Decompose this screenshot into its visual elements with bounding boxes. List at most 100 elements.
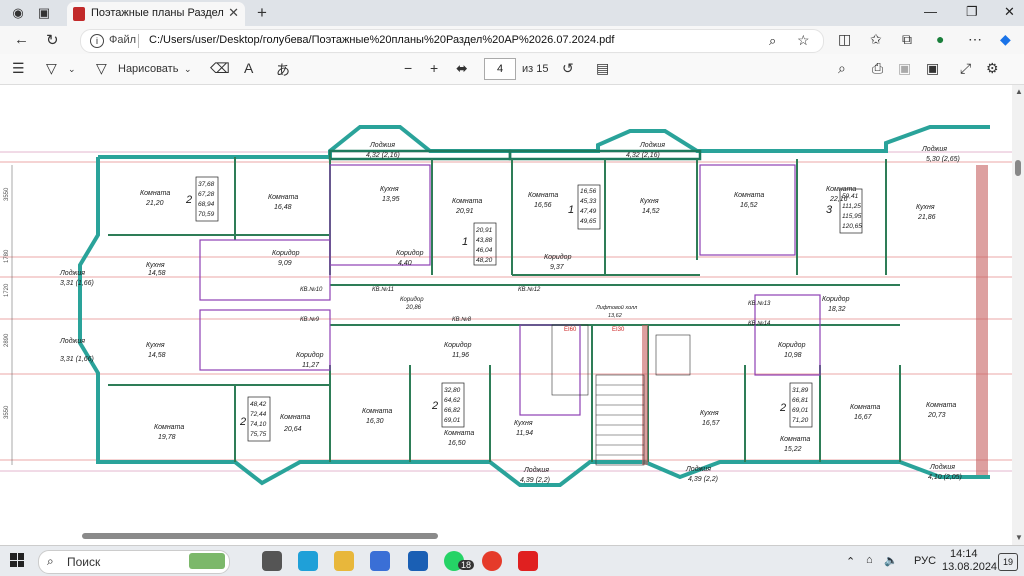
zoom-out-button[interactable]: − — [404, 60, 412, 76]
minimize-icon[interactable]: — — [924, 4, 937, 19]
address-bar: ← ↻ i Файл C:/Users/user/Desktop/голубев… — [0, 26, 1024, 54]
plan-label: Кухня — [916, 204, 935, 211]
fullscreen-icon[interactable]: ⤢ — [960, 60, 971, 77]
plan-label: КВ.№14 — [748, 320, 771, 327]
plan-label: Комната — [444, 430, 474, 437]
save-as-icon[interactable]: ▣ — [926, 60, 939, 77]
print-icon[interactable]: ⎙ — [872, 60, 883, 77]
tab-active[interactable]: Поэтажные планы Раздел АР 26 ✕ — [67, 2, 245, 26]
rotate-icon[interactable]: ↺ — [562, 60, 574, 77]
translate-icon[interactable]: あ — [276, 60, 290, 80]
copilot-icon[interactable]: ◆ — [1000, 31, 1011, 48]
plan-label: Коридор — [396, 249, 424, 257]
plan-label: 1780 — [4, 249, 10, 263]
more-icon[interactable]: ⋯ — [968, 31, 982, 48]
plan-label: 66,81 — [792, 397, 809, 404]
notifications-badge[interactable]: 19 — [998, 553, 1018, 571]
contents-icon[interactable]: ☰ — [12, 60, 25, 77]
taskbar-search[interactable]: ⌕ Поиск — [38, 550, 230, 574]
volume-icon[interactable]: 🔈 — [884, 554, 898, 567]
workspaces-icon[interactable]: ▣ — [34, 3, 54, 23]
vertical-scroll-thumb[interactable] — [1015, 160, 1021, 176]
store-icon[interactable] — [370, 551, 390, 571]
task-view-icon[interactable] — [262, 551, 282, 571]
maximize-icon[interactable]: ❐ — [966, 4, 978, 20]
info-icon[interactable]: i — [90, 34, 104, 48]
read-aloud-icon[interactable]: A — [244, 60, 253, 76]
plan-label: 115,95 — [842, 213, 862, 220]
plan-label: Лоджия — [685, 465, 711, 473]
plan-label: КВ.№11 — [372, 286, 394, 293]
profile-icon[interactable]: ◉ — [8, 3, 28, 23]
save-icon[interactable]: ▣ — [898, 60, 911, 77]
plan-label: 75,75 — [250, 431, 267, 438]
close-window-icon[interactable]: ✕ — [1004, 4, 1015, 20]
plan-label: 16,57 — [702, 420, 721, 427]
yandex-browser-icon[interactable] — [482, 551, 502, 571]
search-icon[interactable]: ⌕ — [838, 60, 846, 77]
yandex-icon[interactable] — [518, 551, 538, 571]
page-view-icon[interactable]: ▤ — [596, 60, 609, 77]
plan-label: 69,01 — [444, 417, 461, 424]
plan-label: Кухня — [514, 420, 533, 427]
plan-label: Коридор — [444, 341, 472, 349]
url-scheme-label: Файл — [109, 34, 137, 46]
plan-label: 2 — [239, 416, 246, 428]
plan-label: Комната — [154, 424, 184, 431]
plan-label: 20,64 — [283, 426, 302, 433]
plan-label: 1 — [568, 204, 574, 216]
plan-label: 16,50 — [448, 440, 466, 447]
pdf-page-view[interactable]: Комната 21,20 2 37,68 67,28 68,94 70,59 … — [0, 85, 1012, 545]
zoom-in-button[interactable]: + — [430, 60, 438, 76]
fit-page-icon[interactable]: ⬌ — [456, 60, 468, 77]
start-windows-icon[interactable] — [10, 553, 24, 567]
vertical-scrollbar[interactable]: ▲ ▼ — [1012, 85, 1024, 545]
new-tab-button[interactable]: + — [252, 3, 272, 23]
edge-browser-icon[interactable] — [298, 551, 318, 571]
url-text[interactable]: C:/Users/user/Desktop/голубева/Поэтажные… — [149, 34, 614, 46]
scroll-down-icon[interactable]: ▼ — [1015, 533, 1023, 542]
clock-date[interactable]: 13.08.2024 — [942, 561, 997, 573]
collections-icon[interactable]: ⧉ — [902, 31, 912, 48]
plan-label: 46,04 — [476, 247, 493, 254]
plan-label: 15,22 — [784, 446, 802, 453]
horizontal-scroll-thumb[interactable] — [82, 533, 438, 539]
pdf-toolbar: ☰ ▽ ⌄ ▽ Нарисовать ⌄ ⌫ A あ − + ⬌ 4 из 15… — [0, 54, 1024, 85]
back-icon[interactable]: ← — [14, 31, 29, 48]
favorite-star-icon[interactable]: ☆ — [797, 32, 810, 49]
plan-label: 9,37 — [550, 264, 565, 271]
highlight-icon[interactable]: ▽ — [46, 60, 57, 77]
eraser-icon[interactable]: ⌫ — [210, 60, 230, 77]
clock-time[interactable]: 14:14 — [950, 548, 978, 560]
split-screen-icon[interactable]: ◫ — [838, 31, 851, 48]
plan-label: Лоджия — [639, 141, 665, 149]
draw-button[interactable]: Нарисовать — [118, 63, 178, 75]
draw-icon[interactable]: ▽ — [96, 60, 107, 77]
language-indicator[interactable]: РУС — [914, 555, 936, 567]
plan-label: 13,62 — [608, 313, 622, 319]
chevron-down-icon[interactable]: ⌄ — [68, 64, 76, 75]
file-explorer-icon[interactable] — [334, 551, 354, 571]
extension-icon[interactable]: ● — [936, 31, 944, 47]
favorites-icon[interactable]: ✩ — [870, 31, 882, 48]
plan-label: 13,95 — [382, 196, 400, 203]
zoom-search-icon[interactable]: ⌕ — [769, 33, 776, 49]
scroll-up-icon[interactable]: ▲ — [1015, 87, 1023, 96]
close-tab-icon[interactable]: ✕ — [228, 5, 239, 21]
refresh-icon[interactable]: ↻ — [46, 31, 59, 49]
plan-label: КВ.№13 — [748, 300, 771, 307]
plan-label: 2 — [431, 400, 438, 412]
plan-label: 21,86 — [917, 214, 936, 221]
search-icon: ⌕ — [47, 554, 54, 568]
taskbar: ⌕ Поиск 18 ⌃ ⌂ 🔈 РУС 14:14 13.08.2024 19 — [0, 545, 1024, 576]
mail-icon[interactable] — [408, 551, 428, 571]
page-number-input[interactable]: 4 — [484, 58, 516, 80]
search-placeholder: Поиск — [67, 555, 101, 569]
room-area: 21,20 — [145, 200, 164, 207]
chevron-down-icon[interactable]: ⌄ — [184, 64, 192, 75]
url-box[interactable]: i Файл C:/Users/user/Desktop/голубева/По… — [80, 29, 824, 53]
tray-chevron-icon[interactable]: ⌃ — [846, 555, 855, 568]
network-icon[interactable]: ⌂ — [866, 554, 873, 566]
plan-label: КВ.№12 — [518, 286, 541, 293]
settings-gear-icon[interactable]: ⚙ — [986, 60, 999, 77]
